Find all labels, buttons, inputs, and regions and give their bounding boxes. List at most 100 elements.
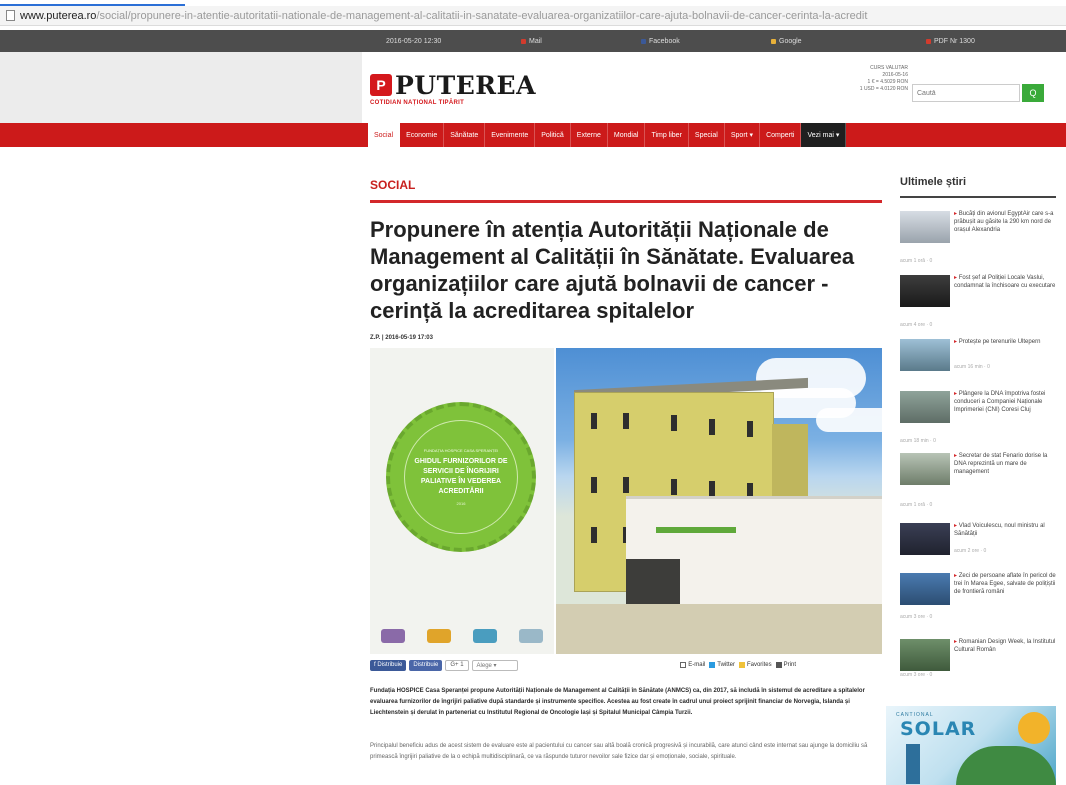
- pdf-label: PDF Nr 1300: [934, 37, 975, 45]
- gplus-button[interactable]: G+ 1: [445, 659, 469, 671]
- article-lead: Fundația HOSPICE Casa Speranței propune …: [370, 688, 865, 716]
- partner-logo-icon: [519, 629, 543, 643]
- news-thumbnail: [900, 211, 950, 243]
- news-meta: acum 1 oră · 0: [900, 502, 933, 508]
- list-item[interactable]: ▸ Vlad Voiculescu, noul ministru al Sănă…: [900, 520, 1056, 570]
- email-icon: [680, 662, 687, 668]
- nav-item-timp-liber[interactable]: Timp liber: [645, 123, 689, 147]
- article-title: Propunere în atenția Autorității Naționa…: [370, 217, 855, 323]
- ad-title: SOLAR: [900, 718, 977, 740]
- nav-item-evenimente[interactable]: Evenimente: [485, 123, 536, 147]
- top-date: 2016-05-20 12:30: [386, 37, 442, 45]
- partner-logo-icon: [427, 629, 451, 643]
- section-label[interactable]: SOCIAL: [370, 178, 415, 192]
- list-item[interactable]: ▸ Zeci de persoane aflate în pericol de …: [900, 570, 1056, 636]
- nav-item-mondial[interactable]: Mondial: [608, 123, 646, 147]
- star-icon: [738, 662, 745, 668]
- badge-title: GHIDUL FURNIZORILOR DE SERVICII DE ÎNGRI…: [414, 458, 508, 495]
- article-byline: Z.P. | 2016-05-19 17:03: [370, 335, 433, 341]
- guide-cover-image: FUNDAȚIA HOSPICE CASA SPERANȚEI GHIDUL F…: [370, 348, 554, 654]
- news-title: ▸ Zeci de persoane aflate în pericol de …: [954, 573, 1056, 595]
- solar-ad-banner[interactable]: CANTIONAL SOLAR: [886, 706, 1056, 785]
- news-meta: acum 18 min · 0: [900, 438, 936, 444]
- site-tagline: COTIDIAN NAȚIONAL TIPĂRIT: [370, 100, 465, 106]
- google-link[interactable]: Google: [721, 38, 886, 45]
- list-item[interactable]: ▸ Bucăți din avionul EgyptAir care s-a p…: [900, 208, 1056, 272]
- left-gray-panel: [0, 52, 362, 125]
- favorites-label: Favorites: [746, 662, 772, 668]
- curs-date: 2016-05-16: [882, 72, 908, 78]
- favorites-link[interactable]: Favorites: [738, 662, 772, 668]
- pdf-link[interactable]: PDF Nr 1300: [886, 38, 1036, 45]
- section-divider: [370, 200, 882, 203]
- nav-item-sport[interactable]: Sport ▾: [725, 123, 761, 147]
- power-icon: P: [370, 74, 392, 96]
- url-host: www.puterea.ro: [20, 9, 97, 22]
- main-nav: Social Economie Sănătate Evenimente Poli…: [0, 123, 1066, 147]
- share-select[interactable]: Alege ▾: [471, 659, 518, 671]
- news-thumbnail: [900, 453, 950, 485]
- facebook-link[interactable]: Facebook: [601, 38, 721, 45]
- nav-item-externe[interactable]: Externe: [571, 123, 608, 147]
- mail-link[interactable]: Mail: [501, 38, 601, 45]
- nav-item-special[interactable]: Special: [689, 123, 725, 147]
- exchange-rate-box: CURS VALUTAR 2016-05-16 1 € = 4.5029 RON…: [808, 65, 908, 93]
- article-body: Principalul beneficiu adus de acest sist…: [370, 743, 868, 760]
- nav-item-social[interactable]: Social: [368, 123, 401, 147]
- curs-eur: 1 € = 4.5029 RON: [867, 79, 908, 85]
- facebook-share-button-2[interactable]: Distribuie: [409, 659, 443, 671]
- search-button[interactable]: Q: [1022, 84, 1044, 102]
- news-title: ▸ Plângere la DNA împotriva fostei condu…: [954, 391, 1046, 413]
- url-path: /social/propunere-in-atentie-autoritatii…: [96, 9, 868, 22]
- facebook-icon: [641, 38, 646, 44]
- email-link[interactable]: E-mail: [680, 662, 705, 668]
- sidebar-divider: [900, 196, 1056, 198]
- sun-icon: [1018, 712, 1050, 744]
- twitter-link[interactable]: Twitter: [709, 662, 735, 668]
- nav-item-politica[interactable]: Politică: [535, 123, 571, 147]
- email-label: E-mail: [688, 662, 706, 668]
- search-form: Q: [912, 84, 1044, 102]
- print-icon: [775, 662, 782, 668]
- list-item[interactable]: ▸ Romanian Design Week, la Institutul Cu…: [900, 636, 1056, 682]
- nav-item-sanatate[interactable]: Sănătate: [444, 123, 486, 147]
- page: www.puterea.ro/social/propunere-in-atent…: [0, 0, 1066, 785]
- news-thumbnail: [900, 573, 950, 605]
- news-thumbnail: [900, 339, 950, 371]
- news-title: ▸ Bucăți din avionul EgyptAir care s-a p…: [954, 211, 1054, 233]
- news-meta: acum 1 oră · 0: [900, 258, 933, 264]
- nav-item-more[interactable]: Vezi mai ▾: [801, 123, 847, 147]
- nav-item-comperti[interactable]: Comperti: [760, 123, 802, 147]
- facebook-share-button[interactable]: f Distribuie: [370, 659, 407, 671]
- list-item[interactable]: ▸ Fost șef al Poliției Locale Vaslui, co…: [900, 272, 1056, 336]
- partner-logo-icon: [473, 629, 497, 643]
- news-thumbnail: [900, 639, 950, 671]
- list-item[interactable]: ▸ Protește pe terenurile Ultepern acum 1…: [900, 336, 1056, 388]
- mail-label: Mail: [529, 37, 542, 45]
- site-logo[interactable]: P PUTEREA: [370, 70, 536, 100]
- article-image: FUNDAȚIA HOSPICE CASA SPERANȚEI GHIDUL F…: [370, 348, 882, 654]
- news-title: ▸ Protește pe terenurile Ultepern: [954, 339, 1041, 345]
- print-link[interactable]: Print: [775, 662, 796, 668]
- search-input[interactable]: [912, 84, 1020, 102]
- share-bar: f Distribuie Distribuie G+ 1 Alege ▾ E-m…: [370, 658, 882, 672]
- facebook-label: Facebook: [649, 37, 680, 45]
- list-item[interactable]: ▸ Plângere la DNA împotriva fostei condu…: [900, 388, 1056, 450]
- pdf-icon: [926, 38, 931, 44]
- news-thumbnail: [900, 391, 950, 423]
- nav-item-economie[interactable]: Economie: [400, 123, 445, 147]
- news-title: ▸ Romanian Design Week, la Institutul Cu…: [954, 639, 1056, 653]
- twitter-icon: [709, 662, 716, 668]
- news-thumbnail: [900, 523, 950, 555]
- news-title: ▸ Fost șef al Poliției Locale Vaslui, co…: [954, 275, 1056, 289]
- print-label: Print: [783, 662, 796, 668]
- list-item[interactable]: ▸ Secretar de stat Fenario dorise la DNA…: [900, 450, 1056, 520]
- logo-text: PUTEREA: [395, 70, 536, 100]
- mail-icon: [521, 38, 526, 44]
- news-meta: acum 3 ore · 0: [900, 614, 933, 620]
- address-bar[interactable]: www.puterea.ro/social/propunere-in-atent…: [0, 6, 1066, 26]
- badge-year: 2016: [456, 501, 466, 506]
- news-meta: acum 2 ore · 0: [954, 548, 987, 554]
- news-meta: acum 3 ore · 0: [900, 672, 933, 678]
- curs-usd: 1 USD = 4.0120 RON: [859, 86, 908, 92]
